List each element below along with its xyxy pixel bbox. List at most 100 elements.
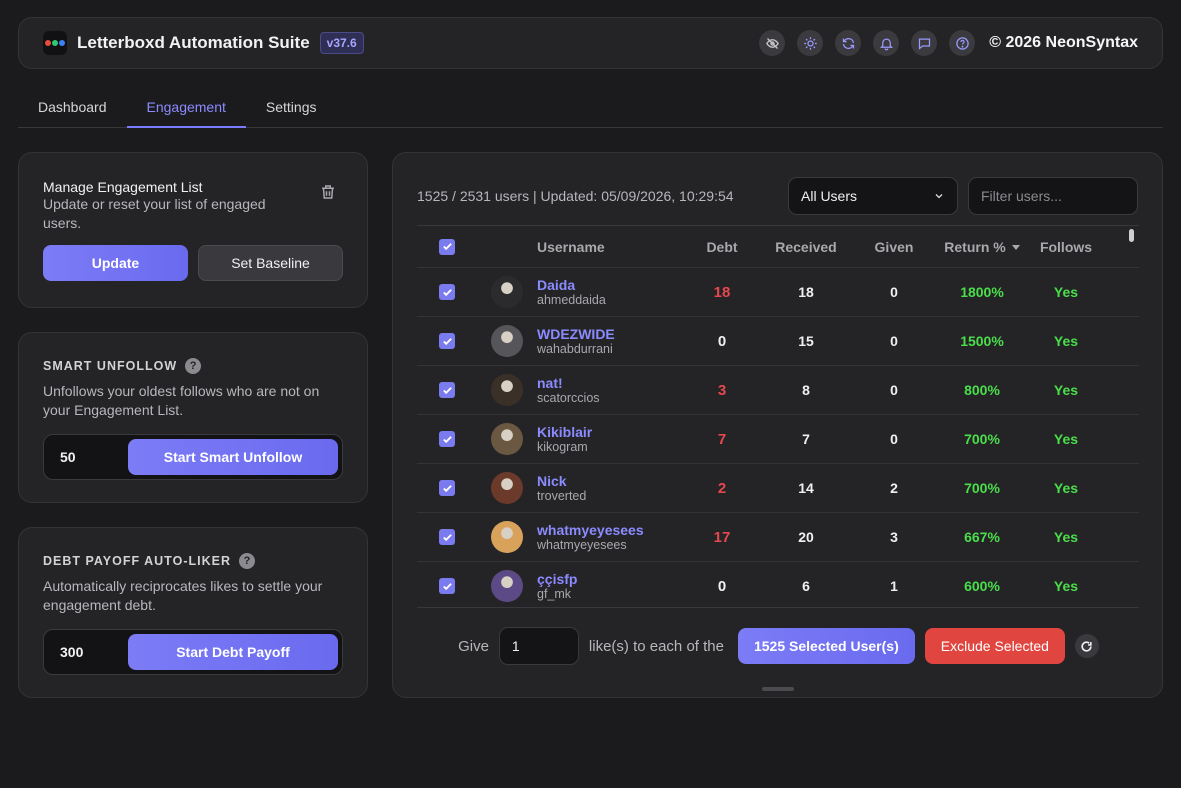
refresh-icon[interactable] (835, 30, 862, 56)
likes-count-input[interactable]: 1 (498, 627, 579, 665)
column-given[interactable]: Given (855, 239, 933, 255)
user-handle: troverted (537, 488, 587, 503)
return-value: 1500% (960, 333, 1004, 349)
filter-users-input[interactable] (968, 177, 1138, 215)
bell-icon[interactable] (873, 30, 900, 56)
given-value: 2 (890, 480, 898, 496)
username-link[interactable]: WDEZWIDE (537, 326, 687, 342)
row-checkbox[interactable] (439, 529, 455, 545)
payoff-count-input[interactable]: 300 (48, 644, 128, 660)
avatar (491, 423, 523, 455)
unfollow-control: 50 Start Smart Unfollow (43, 434, 343, 480)
table-row[interactable]: Kikiblair kikogram 7 7 0 700% Yes (417, 415, 1139, 464)
follows-value: Yes (1053, 284, 1079, 300)
start-debt-payoff-button[interactable]: Start Debt Payoff (128, 634, 338, 670)
avatar (491, 570, 523, 602)
column-received[interactable]: Received (757, 239, 855, 255)
manage-engagement-card: Manage Engagement List Update or reset y… (18, 152, 368, 308)
like-selected-users-button[interactable]: 1525 Selected User(s) (737, 628, 915, 664)
debt-value: 0 (717, 332, 727, 350)
table-scrollbar[interactable] (1129, 229, 1134, 242)
avatar (491, 276, 523, 308)
tab-settings[interactable]: Settings (246, 88, 337, 128)
unfollow-count-input[interactable]: 50 (48, 449, 128, 465)
given-value: 0 (890, 431, 898, 447)
row-checkbox[interactable] (439, 284, 455, 300)
trash-icon[interactable] (319, 183, 337, 201)
table-row[interactable]: Daida ahmeddaida 18 18 0 1800% Yes (417, 268, 1139, 317)
smart-unfollow-card: SMART UNFOLLOW ? Unfollows your oldest f… (18, 332, 368, 503)
row-checkbox[interactable] (439, 431, 455, 447)
received-value: 7 (802, 431, 810, 447)
manage-desc: Update or reset your list of engaged use… (43, 196, 266, 231)
user-handle: whatmyeyesees (537, 537, 627, 552)
given-value: 0 (890, 333, 898, 349)
user-handle: gf_mk (537, 586, 572, 601)
column-debt[interactable]: Debt (687, 239, 757, 255)
select-all-checkbox[interactable] (439, 238, 455, 255)
set-baseline-button[interactable]: Set Baseline (198, 245, 343, 281)
app-header: Letterboxd Automation Suite v37.6 © 2026… (18, 17, 1163, 69)
table-row[interactable]: ççisfp gf_mk 0 6 1 600% Yes (417, 562, 1139, 607)
version-badge: v37.6 (319, 32, 364, 54)
column-follows[interactable]: Follows (1031, 239, 1101, 255)
return-value: 700% (964, 480, 1000, 496)
received-value: 18 (798, 284, 814, 300)
table-row[interactable]: Nick troverted 2 14 2 700% Yes (417, 464, 1139, 513)
start-smart-unfollow-button[interactable]: Start Smart Unfollow (128, 439, 338, 475)
row-checkbox[interactable] (439, 480, 455, 496)
help-icon[interactable]: ? (238, 553, 255, 569)
column-return[interactable]: Return % (933, 239, 1031, 255)
follows-value: Yes (1053, 382, 1079, 398)
exclude-selected-button[interactable]: Exclude Selected (924, 628, 1065, 664)
debt-payoff-desc: Automatically reciprocates likes to sett… (43, 578, 323, 613)
chat-icon[interactable] (911, 30, 938, 56)
return-value: 600% (964, 578, 1000, 594)
update-button[interactable]: Update (43, 245, 188, 281)
row-checkbox[interactable] (439, 333, 455, 349)
given-value: 3 (890, 529, 898, 545)
return-value: 700% (964, 431, 1000, 447)
table-row[interactable]: nat! scatorccios 3 8 0 800% Yes (417, 366, 1139, 415)
table-row[interactable]: whatmyeyesees whatmyeyesees 17 20 3 667%… (417, 513, 1139, 562)
username-link[interactable]: Kikiblair (537, 424, 687, 440)
user-handle: scatorccios (537, 390, 600, 405)
app-title: Letterboxd Automation Suite (77, 33, 310, 52)
given-value: 0 (890, 284, 898, 300)
username-link[interactable]: nat! (537, 375, 687, 391)
received-value: 8 (802, 382, 810, 398)
follows-value: Yes (1053, 480, 1079, 496)
eye-off-icon[interactable] (759, 30, 786, 56)
username-link[interactable]: ççisfp (537, 571, 687, 587)
username-link[interactable]: whatmyeyesees (537, 522, 687, 538)
select-value: All Users (801, 188, 858, 204)
user-stats: 1525 / 2531 users | Updated: 05/09/2026,… (417, 188, 734, 204)
username-link[interactable]: Daida (537, 277, 687, 293)
sun-icon[interactable] (797, 30, 824, 56)
received-value: 14 (798, 480, 814, 496)
help-icon[interactable] (949, 30, 976, 56)
row-checkbox[interactable] (439, 382, 455, 398)
tab-dashboard[interactable]: Dashboard (18, 88, 127, 128)
follows-value: Yes (1053, 431, 1079, 447)
username-link[interactable]: Nick (537, 473, 687, 489)
debt-value: 0 (717, 577, 727, 595)
payoff-control: 300 Start Debt Payoff (43, 629, 343, 675)
given-value: 0 (890, 382, 898, 398)
reset-icon[interactable] (1074, 634, 1099, 658)
row-checkbox[interactable] (439, 578, 455, 594)
resize-handle[interactable] (762, 687, 794, 691)
smart-unfollow-desc: Unfollows your oldest follows who are no… (43, 383, 320, 418)
debt-value: 18 (713, 283, 731, 301)
chevron-down-icon (935, 194, 943, 199)
debt-payoff-card: DEBT PAYOFF AUTO-LIKER ? Automatically r… (18, 527, 368, 698)
column-username[interactable]: Username (537, 239, 687, 255)
table-row[interactable]: WDEZWIDE wahabdurrani 0 15 0 1500% Yes (417, 317, 1139, 366)
help-icon[interactable]: ? (185, 358, 202, 374)
debt-value: 3 (717, 381, 727, 399)
user-filter-select[interactable]: All Users (788, 177, 958, 215)
tab-engagement[interactable]: Engagement (126, 88, 246, 128)
return-value: 800% (964, 382, 1000, 398)
likes-label: like(s) to each of the (588, 637, 724, 655)
smart-unfollow-title: SMART UNFOLLOW (43, 359, 178, 373)
